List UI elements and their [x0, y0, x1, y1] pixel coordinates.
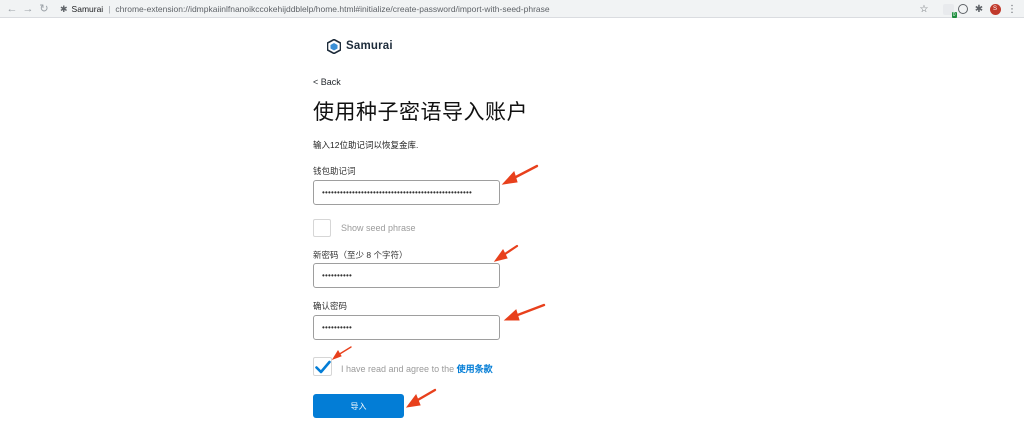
terms-checkbox[interactable]: [313, 357, 332, 376]
address-site-name: Samurai: [71, 4, 104, 14]
more-vert-icon: ⋮: [1007, 3, 1017, 15]
confirm-password-label: 确认密码: [313, 301, 348, 311]
confirm-password-input[interactable]: ••••••••••: [313, 315, 500, 340]
address-url: chrome-extension://idmpkaiinlfnanoikccok…: [115, 4, 550, 14]
page-title: 使用种子密语导入账户: [313, 101, 528, 124]
terms-prefix: I have read and agree to the: [341, 364, 457, 374]
forward-arrow-icon[interactable]: →: [20, 0, 36, 18]
seed-phrase-label: 钱包助记词: [313, 166, 356, 176]
page-subtitle: 输入12位助记词以恢复金库.: [313, 140, 419, 150]
terms-text: I have read and agree to the 使用条款: [341, 362, 493, 375]
browser-toolbar: ← → ↻ ✱ Samurai | chrome-extension://idm…: [0, 0, 1024, 18]
bookmark-star-icon[interactable]: ☆: [917, 0, 931, 18]
address-separator: |: [108, 4, 111, 14]
extension-puzzle-icon: ✱: [60, 3, 68, 14]
browser-menu-button[interactable]: ⋮: [1006, 0, 1018, 18]
extension-icon: 0: [942, 3, 957, 18]
show-seed-phrase-checkbox[interactable]: [313, 219, 331, 237]
show-seed-phrase-label: Show seed phrase: [341, 223, 416, 233]
address-bar[interactable]: ✱ Samurai | chrome-extension://idmpkaiin…: [56, 2, 934, 16]
brand-name: Samurai: [346, 40, 393, 52]
puzzle-icon: ✱: [974, 3, 984, 15]
import-button[interactable]: 导入: [313, 394, 404, 418]
annotation-arrow-import-icon: [405, 388, 437, 408]
circle-extension-icon: [958, 4, 968, 14]
back-arrow-icon[interactable]: ←: [4, 0, 20, 18]
extensions-menu-button[interactable]: ✱: [972, 0, 986, 18]
terms-of-use-link[interactable]: 使用条款: [457, 364, 493, 374]
checkmark-icon: [314, 360, 331, 373]
samurai-logo-icon: [327, 38, 341, 54]
extension-button[interactable]: 0: [940, 0, 957, 18]
annotation-arrow-new-password-icon: [493, 244, 519, 262]
annotation-arrow-terms-icon: [331, 346, 352, 360]
annotation-arrows: [331, 164, 546, 408]
profile-button[interactable]: S: [988, 0, 1002, 18]
brand-logo: Samurai: [327, 38, 393, 54]
new-password-input[interactable]: ••••••••••: [313, 263, 500, 288]
new-password-label: 新密码（至少 8 个字符）: [313, 250, 408, 260]
avatar: S: [989, 3, 1001, 15]
annotation-arrow-seed-icon: [501, 164, 539, 185]
reload-icon[interactable]: ↻: [36, 0, 52, 18]
extension-circle-button[interactable]: [956, 0, 970, 18]
annotation-arrow-confirm-password-icon: [503, 303, 546, 321]
seed-phrase-input[interactable]: ••••••••••••••••••••••••••••••••••••••••…: [313, 180, 500, 205]
back-link[interactable]: < Back: [313, 77, 341, 87]
